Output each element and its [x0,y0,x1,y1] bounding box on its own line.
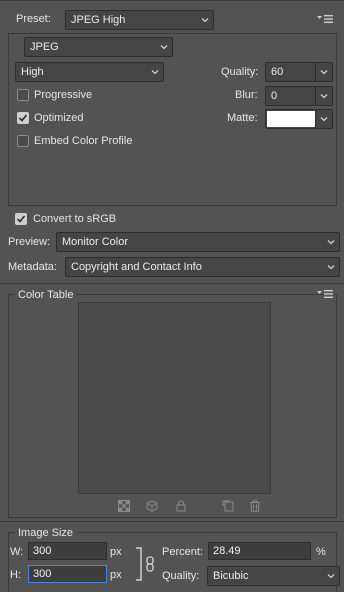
metadata-value: Copyright and Contact Info [71,261,202,273]
format-value: JPEG [30,41,59,53]
preset-label: Preset: [16,13,51,25]
metadata-label: Metadata: [8,261,57,273]
quality-combo[interactable]: 60 [265,62,333,82]
preset-value: JPEG High [71,14,126,26]
percent-label: Percent: [162,546,203,558]
panel-menu-icon[interactable] [317,14,333,24]
percent-value: 28.49 [213,545,241,557]
new-color-icon[interactable] [222,500,234,512]
chevron-down-icon [151,70,159,75]
optimized-label: Optimized [34,112,84,124]
chevron-down-icon [327,240,335,245]
chevron-down-icon [327,265,335,270]
height-unit: px [110,569,122,581]
progressive-label: Progressive [34,89,93,101]
matte-swatch [267,111,315,127]
checkmark-icon [16,215,26,223]
chevron-down-icon [320,94,328,99]
blur-label: Blur: [235,89,258,101]
embed-profile-checkbox[interactable] [17,135,29,147]
color-table-swatches[interactable] [78,302,271,494]
trash-icon[interactable] [249,500,261,512]
quality-label: Quality: [221,66,259,78]
height-label: H: [10,569,21,581]
chevron-down-icon [327,574,335,579]
resample-select[interactable]: Bicubic [207,566,340,586]
map-transparent-icon[interactable] [118,500,130,512]
resample-label: Quality: [162,570,200,582]
quality-preset-value: High [21,66,44,78]
width-value: 300 [33,545,52,557]
chevron-down-icon [160,45,168,50]
section-divider [0,521,344,522]
checkmark-icon [18,114,28,122]
optimized-checkbox[interactable] [17,112,29,124]
chevron-down-icon [320,70,328,75]
link-constrain-icon[interactable] [135,546,157,582]
quality-preset-select[interactable]: High [15,62,164,82]
height-value: 300 [33,568,52,580]
quality-value: 60 [271,66,284,78]
chevron-down-icon [201,18,209,23]
embed-profile-label: Embed Color Profile [34,135,133,147]
progressive-checkbox[interactable] [17,89,29,101]
blur-value: 0 [271,90,278,102]
resample-value: Bicubic [213,570,249,582]
convert-srgb-label: Convert to sRGB [33,213,117,225]
convert-srgb-checkbox[interactable] [15,213,27,225]
web-snap-icon[interactable] [146,500,158,512]
image-size-title: Image Size [15,526,77,540]
color-table-title: Color Table [15,288,77,302]
preset-select[interactable]: JPEG High [65,10,214,30]
lock-color-icon[interactable] [175,500,187,512]
preview-label: Preview: [8,236,51,248]
metadata-select[interactable]: Copyright and Contact Info [65,257,340,277]
width-unit: px [110,546,122,558]
chevron-down-icon [320,117,328,122]
matte-label: Matte: [227,112,258,124]
matte-select[interactable] [265,109,333,129]
percent-unit: % [316,546,326,558]
top-border [0,0,344,1]
format-select[interactable]: JPEG [24,37,173,57]
width-input[interactable]: 300 [28,542,107,560]
height-input[interactable]: 300 [28,565,107,583]
blur-combo[interactable]: 0 [265,86,333,106]
panel-menu-icon[interactable] [317,289,333,299]
width-label: W: [10,546,24,558]
preview-select[interactable]: Monitor Color [56,232,340,252]
percent-input[interactable]: 28.49 [208,542,311,560]
section-divider [0,283,344,284]
preview-value: Monitor Color [62,236,129,248]
